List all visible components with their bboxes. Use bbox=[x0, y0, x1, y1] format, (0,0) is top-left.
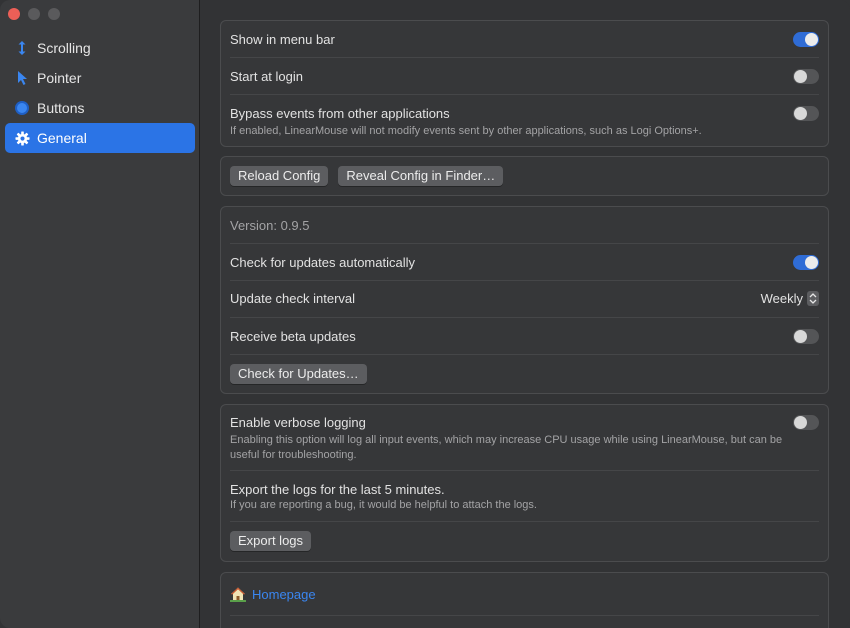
sidebar-item-pointer[interactable]: Pointer bbox=[5, 63, 195, 93]
main-pane: Show in menu bar Start at login Bypass e… bbox=[200, 0, 850, 628]
links-group: Homepage bbox=[220, 572, 829, 628]
sidebar-nav: Scrolling Pointer Buttons General bbox=[5, 33, 195, 153]
sidebar-item-label: Buttons bbox=[37, 100, 85, 116]
divider bbox=[230, 280, 819, 281]
pointer-arrow-icon bbox=[14, 70, 30, 86]
divider bbox=[230, 470, 819, 471]
bypass-events-label: Bypass events from other applications bbox=[230, 106, 450, 121]
version-label: Version: 0.9.5 bbox=[230, 218, 310, 233]
start-at-login-label: Start at login bbox=[230, 69, 303, 84]
sidebar-item-scrolling[interactable]: Scrolling bbox=[5, 33, 195, 63]
show-in-menu-bar-toggle[interactable] bbox=[793, 32, 819, 47]
scroll-arrows-icon bbox=[14, 40, 30, 56]
bypass-events-toggle[interactable] bbox=[793, 106, 819, 121]
circle-button-icon bbox=[14, 100, 30, 116]
gear-icon bbox=[14, 130, 30, 146]
chevron-updown-icon bbox=[807, 291, 819, 306]
sidebar-item-label: Pointer bbox=[37, 70, 82, 86]
start-at-login-toggle[interactable] bbox=[793, 69, 819, 84]
auto-check-toggle[interactable] bbox=[793, 255, 819, 270]
update-interval-select[interactable]: Weekly bbox=[761, 291, 819, 306]
logging-group: Enable verbose logging Enabling this opt… bbox=[220, 404, 829, 562]
sidebar-item-label: General bbox=[37, 130, 87, 146]
beta-updates-toggle[interactable] bbox=[793, 329, 819, 344]
divider bbox=[230, 354, 819, 355]
beta-updates-label: Receive beta updates bbox=[230, 329, 356, 344]
update-interval-label: Update check interval bbox=[230, 291, 356, 306]
verbose-logging-description: Enabling this option will log all input … bbox=[230, 434, 783, 461]
verbose-logging-label: Enable verbose logging bbox=[230, 415, 366, 430]
general-settings-group: Show in menu bar Start at login Bypass e… bbox=[220, 20, 829, 147]
show-in-menu-bar-label: Show in menu bar bbox=[230, 32, 335, 47]
updates-group: Version: 0.9.5 Check for updates automat… bbox=[220, 206, 829, 394]
divider bbox=[230, 521, 819, 522]
export-logs-description: If you are reporting a bug, it would be … bbox=[230, 499, 537, 511]
reload-config-button[interactable]: Reload Config bbox=[230, 166, 329, 186]
divider bbox=[230, 317, 819, 318]
window-controls bbox=[8, 8, 60, 20]
sidebar-item-buttons[interactable]: Buttons bbox=[5, 93, 195, 123]
auto-check-label: Check for updates automatically bbox=[230, 255, 415, 270]
bypass-events-description: If enabled, LinearMouse will not modify … bbox=[230, 125, 702, 137]
app-window: Scrolling Pointer Buttons General Show i… bbox=[0, 0, 850, 628]
divider bbox=[230, 243, 819, 244]
reveal-config-button[interactable]: Reveal Config in Finder… bbox=[338, 166, 504, 186]
sidebar-item-label: Scrolling bbox=[37, 40, 91, 56]
zoom-window-button[interactable] bbox=[48, 8, 60, 20]
homepage-link[interactable]: Homepage bbox=[252, 587, 316, 602]
config-group: Reload Config Reveal Config in Finder… bbox=[220, 156, 829, 196]
update-interval-value: Weekly bbox=[760, 291, 803, 306]
export-logs-button[interactable]: Export logs bbox=[230, 531, 312, 551]
verbose-logging-toggle[interactable] bbox=[793, 415, 819, 430]
house-icon bbox=[230, 586, 246, 602]
divider bbox=[230, 94, 819, 95]
sidebar: Scrolling Pointer Buttons General bbox=[0, 0, 200, 628]
close-window-button[interactable] bbox=[8, 8, 20, 20]
export-logs-label: Export the logs for the last 5 minutes. bbox=[230, 482, 445, 497]
check-for-updates-button[interactable]: Check for Updates… bbox=[230, 364, 367, 384]
divider bbox=[230, 615, 819, 616]
sidebar-item-general[interactable]: General bbox=[5, 123, 195, 153]
divider bbox=[230, 57, 819, 58]
minimize-window-button[interactable] bbox=[28, 8, 40, 20]
